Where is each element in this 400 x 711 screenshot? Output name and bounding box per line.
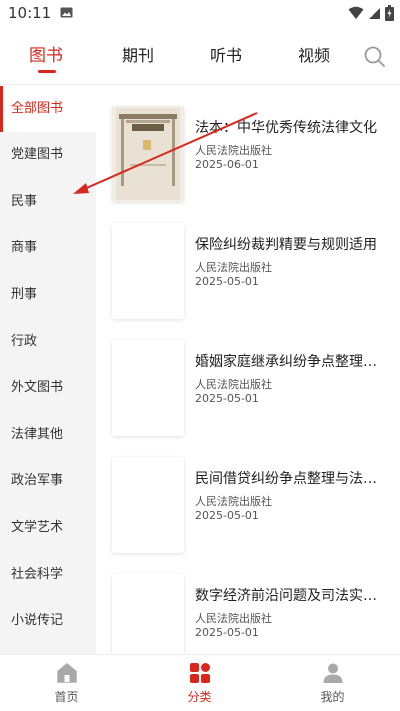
book-publisher: 人民法院出版社 xyxy=(195,612,272,625)
signal-icon xyxy=(369,8,380,19)
book-title: 数字经济前沿问题及司法实务研究 xyxy=(195,588,385,604)
sidebar-item-social-science[interactable]: 社会科学 xyxy=(0,552,96,598)
book-publisher: 人民法院出版社 xyxy=(195,261,272,274)
book-title: 法本：中华优秀传统法律文化 xyxy=(195,120,377,136)
nav-profile[interactable]: 我的 xyxy=(266,655,399,711)
sidebar-item-all-books[interactable]: 全部图书 xyxy=(0,86,96,132)
book-title: 民间借贷纠纷争点整理与法律适用 xyxy=(195,471,385,487)
sidebar-item-commercial[interactable]: 商事 xyxy=(0,225,96,271)
book-card[interactable]: 数字经济前沿问题及司法实务研究 人民法院出版社 2025-05-01 xyxy=(96,554,400,654)
book-date: 2025-05-01 xyxy=(195,626,259,639)
wifi-icon xyxy=(348,6,364,19)
tab-journals[interactable]: 期刊 xyxy=(122,45,154,67)
book-card[interactable]: 法本：中华优秀传统法律文化 人民法院出版社 2025-06-01 xyxy=(96,86,400,203)
search-icon[interactable] xyxy=(362,44,388,70)
book-cover-image xyxy=(112,106,184,202)
book-publisher: 人民法院出版社 xyxy=(195,495,272,508)
book-date: 2025-05-01 xyxy=(195,392,259,405)
book-card[interactable]: 民间借贷纠纷争点整理与法律适用 人民法院出版社 2025-05-01 xyxy=(96,437,400,554)
book-cover xyxy=(112,340,184,436)
nav-category-label: 分类 xyxy=(187,690,212,704)
book-cover xyxy=(112,457,184,553)
sidebar-item-criminal[interactable]: 刑事 xyxy=(0,272,96,318)
sidebar-item-law-other[interactable]: 法律其他 xyxy=(0,412,96,458)
image-notification-icon xyxy=(60,7,73,18)
tab-books[interactable]: 图书 xyxy=(29,45,63,67)
book-cover xyxy=(112,574,184,654)
book-card[interactable]: 婚姻家庭继承纠纷争点整理与法律适用 人民法院出版社 2025-05-01 xyxy=(96,320,400,437)
status-bar: 10:11 xyxy=(0,0,400,28)
sidebar-item-politics-military[interactable]: 政治军事 xyxy=(0,458,96,504)
sidebar-item-administrative[interactable]: 行政 xyxy=(0,319,96,365)
book-date: 2025-05-01 xyxy=(195,509,259,522)
book-date: 2025-05-01 xyxy=(195,275,259,288)
nav-profile-label: 我的 xyxy=(320,690,345,704)
book-date: 2025-06-01 xyxy=(195,158,259,171)
user-icon xyxy=(323,663,342,683)
book-card[interactable]: 保险纠纷裁判精要与规则适用 人民法院出版社 2025-05-01 xyxy=(96,203,400,320)
sidebar-item-foreign-books[interactable]: 外文图书 xyxy=(0,365,96,411)
battery-icon xyxy=(385,5,394,21)
tab-videos[interactable]: 视频 xyxy=(298,45,330,67)
book-cover xyxy=(112,223,184,319)
book-publisher: 人民法院出版社 xyxy=(195,144,272,157)
sidebar-item-civil[interactable]: 民事 xyxy=(0,179,96,225)
book-publisher: 人民法院出版社 xyxy=(195,378,272,391)
tab-audiobooks[interactable]: 听书 xyxy=(210,45,242,67)
status-time: 10:11 xyxy=(8,4,52,22)
bottom-navigation: 首页 分类 我的 xyxy=(0,654,400,711)
active-tab-indicator xyxy=(38,70,56,73)
book-title: 保险纠纷裁判精要与规则适用 xyxy=(195,237,377,253)
sidebar-item-party-building[interactable]: 党建图书 xyxy=(0,132,96,178)
book-cover xyxy=(112,106,184,202)
sidebar-item-fiction-biography[interactable]: 小说传记 xyxy=(0,598,96,644)
category-grid-icon xyxy=(189,663,210,683)
sidebar-item-literature-art[interactable]: 文学艺术 xyxy=(0,505,96,551)
book-title: 婚姻家庭继承纠纷争点整理与法律适用 xyxy=(195,354,385,370)
nav-category[interactable]: 分类 xyxy=(133,655,266,711)
category-sidebar: 全部图书 党建图书 民事 商事 刑事 行政 外文图书 法律其他 政治军事 文学艺… xyxy=(0,86,96,654)
nav-home-label: 首页 xyxy=(54,690,79,704)
home-icon xyxy=(56,663,77,683)
book-list: 法本：中华优秀传统法律文化 人民法院出版社 2025-06-01 保险纠纷裁判精… xyxy=(96,86,400,654)
nav-home[interactable]: 首页 xyxy=(0,655,133,711)
status-icons xyxy=(348,5,394,21)
category-tab-bar: 图书 期刊 听书 视频 xyxy=(0,28,400,85)
